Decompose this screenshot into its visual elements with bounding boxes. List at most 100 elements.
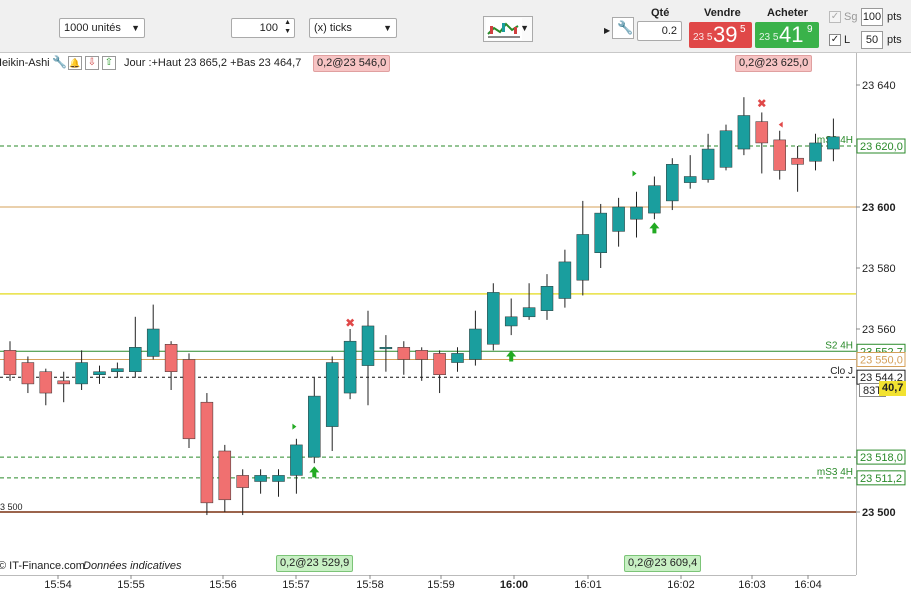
candle-body [648,185,661,214]
sell-signal-icon: ✖ [757,96,767,110]
qty-value: 0.2 [661,25,677,37]
quantity-select[interactable]: 1000 unités ▼ [59,18,145,38]
time-tick-label: 15:58 [356,579,384,591]
candle-body [612,206,625,232]
time-tick-label: 15:55 [117,579,145,591]
candle-body [379,347,393,350]
candle-body [558,261,572,299]
chart-type-icon [486,18,522,40]
sell-signal-icon: ✖ [345,316,355,330]
l-label: L [844,34,851,46]
l-input[interactable]: 50 [861,31,883,49]
candle-body [93,371,106,376]
candle-body [57,380,70,385]
panel-collapse-icon[interactable]: ▶ [604,26,610,35]
chart-background [0,53,911,597]
candle-body [343,340,357,394]
sell-button[interactable]: 23 5 39 5 [689,22,752,48]
price-tick-label: 23 560 [862,324,896,336]
candle-body [3,350,17,376]
order-tag-buy-left[interactable]: 0,2@23 529,9 [276,555,354,572]
candle-body [809,142,822,162]
arrow-down-icon[interactable]: ⇩ [85,56,99,70]
quantity-select-value: 1000 unités [64,22,121,34]
l-checkbox[interactable]: ✓ [829,34,841,46]
stepper-arrows-icon[interactable]: ▲ ▼ [284,18,291,36]
sg-checkbox[interactable]: ✓ [829,11,841,23]
candle-body [683,176,697,183]
level-tag: 23 518,0 [860,452,903,464]
candle-body [218,450,232,501]
price-tick-label: 23 500 [862,507,896,519]
candle-body [254,475,267,482]
candle-body [594,212,607,254]
candle-body [773,139,786,171]
candlestick-chart[interactable]: 23 64023 60023 58023 56023 500mS2 4H23 6… [0,53,911,597]
settings-button[interactable]: 🔧 [612,17,634,39]
buy-button[interactable]: 23 5 41 9 [755,22,819,48]
time-tick-label: 16:04 [794,579,822,591]
time-tick-label: 15:56 [209,579,237,591]
wrench-icon[interactable]: 🔧 [52,55,67,69]
qty-input[interactable]: 0.2 [637,21,682,41]
candle-body [469,328,482,360]
candle-body [504,316,518,327]
sell-label: Vendre [704,7,741,19]
candle-body [666,164,679,202]
candle-body [39,371,53,394]
candle-body [200,401,214,504]
level-tag: 23 550,0 [860,355,903,367]
buy-price-main: 41 [779,22,804,47]
day-range-text: Jour :+Haut 23 865,2 +Bas 23 464,7 [124,57,302,69]
chart-type-button[interactable]: ▼ [483,16,533,42]
candle-body [236,475,249,488]
chevron-down-icon: ▼ [520,23,529,33]
candle-body [755,121,769,144]
candle-body [164,344,178,372]
sg-input[interactable]: 100 [861,8,883,26]
sg-label: Sg [844,11,858,23]
candle-body [308,395,321,458]
order-tag-buy-right[interactable]: 0,2@23 609,4 [624,555,702,572]
chevron-down-icon: ▼ [383,23,392,33]
candle-body [397,347,411,360]
order-tag-sell-right[interactable]: 0,2@23 625,0 [735,55,813,72]
time-tick-label: 15:59 [427,579,455,591]
copyright-text: © IT-Finance.com [0,560,85,572]
level-tag: 23 620,0 [860,141,903,153]
arrow-up-icon[interactable]: ⇧ [102,56,116,70]
sell-price-sup: 5 [740,24,746,35]
time-tick-label: 15:57 [282,579,310,591]
candle-body [111,368,124,372]
ticks-value: 100 [259,22,278,34]
sg-unit: pts [887,11,902,23]
candle-body [433,353,446,375]
qty-label: Qté [651,7,670,19]
bell-icon[interactable]: 🔔 [68,56,82,70]
time-tick-label: 16:02 [667,579,695,591]
chevron-down-icon: ▼ [131,23,140,33]
buy-price-prefix: 23 5 [759,32,779,43]
price-tick-label: 23 640 [862,80,896,92]
time-tick-label: 16:00 [500,579,528,591]
wrench-icon: 🔧 [617,20,634,35]
price-tick-label: 23 580 [862,263,896,275]
chart-header: Heikin-Ashi [0,55,50,71]
candle-body [791,157,804,165]
candle-body [719,130,733,168]
order-tag-sell-left[interactable]: 0,2@23 546,0 [313,55,391,72]
candle-body [827,136,840,150]
ticks-unit-select[interactable]: (x) ticks ▼ [309,18,397,38]
current-price-value: 40,7 [879,381,907,396]
candle-body [129,347,142,372]
price-tick-label: 23 600 [862,202,896,214]
level-tag: 23 511,2 [860,473,902,485]
left-level-label: 23 500 [0,502,23,512]
candle-body [522,307,536,318]
ticks-stepper[interactable]: 100 ▲ ▼ [231,18,295,38]
level-label: mS3 4H [817,467,853,478]
level-label: S2 4H [825,340,853,351]
candle-body [272,475,285,482]
level-label: Clo J [830,366,853,377]
candle-body [21,362,35,385]
